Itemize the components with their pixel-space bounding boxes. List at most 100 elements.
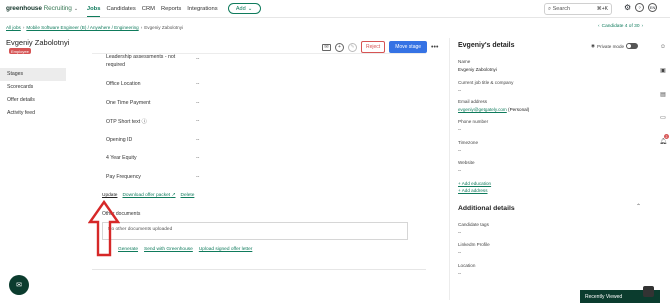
chevron-up-icon[interactable]: ⌃ [636, 203, 641, 210]
chevron-left-icon[interactable]: ‹ [598, 24, 600, 29]
candidate-name: Evgeniy Zabolotnyi [6, 38, 70, 47]
add-button[interactable]: Add ⌄ [227, 3, 261, 14]
chevron-right-icon[interactable]: › [641, 24, 643, 29]
candidate-sidebar: Stages Scorecards Offer details Activity… [0, 68, 66, 120]
send-with-greenhouse-link[interactable]: Send with Greenhouse [144, 247, 193, 252]
offer-links: Update Download offer packet ↗ Delete [102, 193, 194, 198]
nav-reports[interactable]: Reports [161, 6, 181, 12]
email-label: Email address [458, 99, 488, 104]
recently-viewed-toggle-icon[interactable] [643, 286, 654, 297]
nav-crm[interactable]: CRM [142, 6, 155, 12]
field-label-office-location: Office Location [106, 81, 141, 87]
nav-jobs[interactable]: Jobs [86, 6, 101, 17]
sidebar-item-scorecards[interactable]: Scorecards [0, 81, 66, 94]
recently-viewed-bar[interactable]: Recently Viewed [580, 286, 660, 303]
email-link[interactable]: evgeniy@getgately.com [458, 107, 507, 112]
field-label-pay-frequency: Pay Frequency [106, 174, 141, 180]
website-label: Website [458, 160, 475, 165]
offer-details-panel: Leadership assessments - not required --… [92, 53, 426, 268]
chat-bubble-icon: ✉ [16, 282, 22, 289]
document-links: Generate Send with Greenhouse Upload sig… [118, 247, 252, 252]
field-value-leadership: -- [196, 56, 200, 62]
field-label-otp-short-text: OTP Short text ⓘ [106, 119, 147, 125]
details-title: Evgeniy's details [458, 42, 515, 49]
breadcrumb: All jobs › Mobile Software Engineer (B) … [6, 25, 183, 30]
delete-offer-link[interactable]: Delete [181, 193, 195, 198]
field-value-office-location: -- [196, 81, 200, 87]
other-documents-box: No other documents uploaded [102, 222, 408, 240]
external-link-icon: ↗ [171, 193, 176, 198]
breadcrumb-current: Evgeniy Zabolotnyi [144, 25, 184, 30]
chat-icon[interactable]: ▭ [658, 112, 668, 122]
phone-label: Phone number [458, 119, 489, 124]
add-address-link[interactable]: + Add address [458, 188, 488, 193]
sidebar-item-activity-feed[interactable]: Activity feed [0, 107, 66, 120]
help-icon[interactable]: ? [635, 3, 645, 12]
nav-candidates[interactable]: Candidates [106, 6, 135, 12]
info-icon: ⓘ [141, 119, 147, 125]
greenhouse-logo[interactable]: greenhouse Recruiting ⌄ [6, 5, 78, 12]
sidebar-item-stages[interactable]: Stages [0, 68, 66, 81]
document-icon[interactable]: ▤ [658, 89, 668, 99]
edit-icon[interactable]: ✎ [348, 42, 357, 52]
reject-button[interactable]: Reject [361, 41, 386, 53]
timezone-label: Timezone [458, 140, 478, 145]
user-icon[interactable]: ☺ [658, 42, 668, 52]
generate-link[interactable]: Generate [118, 247, 138, 252]
field-value-one-time-payment: -- [196, 100, 200, 106]
field-label-leadership-2: required [106, 62, 126, 68]
private-mode-toggle[interactable] [626, 43, 639, 49]
add-icon[interactable]: + [335, 42, 344, 52]
location-value: -- [458, 271, 462, 276]
breadcrumb-all-jobs[interactable]: All jobs [6, 25, 21, 30]
move-stage-button[interactable]: Move stage [389, 41, 428, 53]
name-value: Evgeniy Zabolotnyi [458, 67, 497, 72]
phone-value: -- [458, 127, 462, 132]
website-value: -- [458, 168, 462, 173]
field-label-one-time-payment: One Time Payment [106, 100, 151, 106]
timezone-value: -- [458, 148, 462, 153]
chevron-right-icon: › [140, 25, 143, 30]
job-value: -- [458, 88, 462, 93]
section-divider [92, 269, 426, 270]
annotation-arrow [88, 200, 120, 257]
name-label: Name [458, 59, 471, 64]
eye-icon: ◉ [591, 43, 596, 48]
linkedin-value: -- [458, 250, 462, 255]
sidebar-item-offer-details[interactable]: Offer details [0, 94, 66, 107]
avatar[interactable]: EN [648, 3, 658, 12]
chevron-right-icon: › [22, 25, 25, 30]
notification-badge: 2 [664, 134, 669, 139]
job-label: Current job title & company [458, 80, 514, 85]
field-value-equity: -- [196, 155, 200, 161]
search-input[interactable]: ⌕ Search ⌘+K [544, 3, 612, 15]
search-icon: ⌕ [548, 5, 552, 12]
nav-integrations[interactable]: Integrations [187, 6, 217, 12]
briefcase-icon[interactable]: ▣ [658, 65, 668, 75]
field-label-opening-id: Opening ID [106, 137, 133, 143]
update-offer-link[interactable]: Update [102, 193, 117, 198]
candidate-actions: ✉ + ✎ Reject Move stage ••• [322, 41, 438, 53]
tags-value: -- [458, 230, 462, 235]
right-icon-rail: ☺ ▣ ▤ ▭ 🔔︎ 2 [657, 38, 670, 300]
candidate-details-panel: Evgeniy's details ◉ Private mode Name Ev… [449, 38, 657, 300]
download-offer-link[interactable]: Download offer packet ↗ [122, 193, 175, 198]
field-label-leadership: Leadership assessments - not [106, 54, 176, 60]
private-mode: ◉ Private mode [591, 43, 639, 49]
email-icon[interactable]: ✉ [322, 43, 331, 51]
email-type: (Personal) [508, 107, 530, 112]
add-education-link[interactable]: + Add education [458, 181, 491, 186]
more-options-icon[interactable]: ••• [431, 44, 438, 51]
chevron-down-icon: ⌄ [247, 5, 253, 12]
gear-icon[interactable]: ⚙ [624, 3, 631, 12]
tags-label: Candidate tags [458, 222, 489, 227]
bell-icon[interactable]: 🔔︎ 2 [658, 134, 669, 146]
upload-signed-offer-link[interactable]: Upload signed offer letter [199, 247, 253, 252]
status-badge: Employee [9, 48, 31, 54]
breadcrumb-job[interactable]: Mobile Software Engineer (B) / Anywhere … [26, 25, 138, 30]
main-nav: Jobs Candidates CRM Reports Integrations [86, 6, 218, 17]
candidate-pager-label[interactable]: Candidate 4 of 30 [602, 24, 640, 29]
chat-launcher-button[interactable]: ✉ [9, 275, 29, 295]
email-value: evgeniy@getgately.com (Personal) [458, 107, 529, 112]
search-shortcut: ⌘+K [596, 6, 608, 12]
